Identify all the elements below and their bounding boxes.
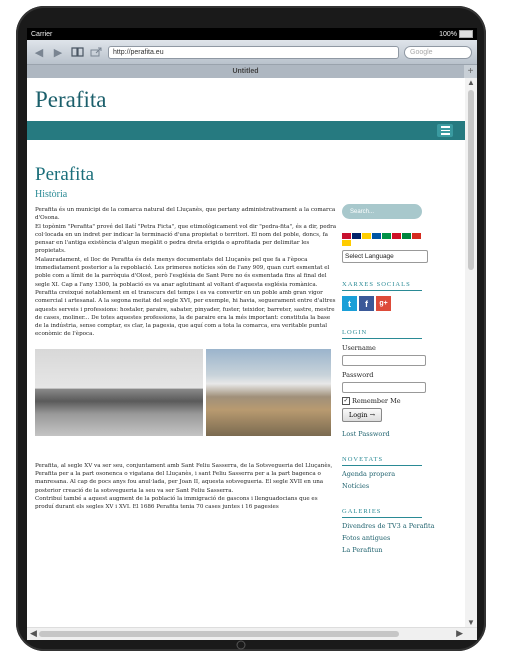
new-tab-button[interactable]: + — [464, 65, 477, 78]
article-subtitle: Història — [35, 189, 68, 200]
scroll-right-icon[interactable]: ▶ — [456, 628, 463, 639]
language-flag-icon[interactable] — [362, 233, 371, 239]
nav-bar — [27, 121, 465, 140]
article-paragraph: Malauradament, el lloc de Perafita és de… — [35, 256, 336, 338]
article-title: Perafita — [35, 164, 95, 185]
bookmarks-book-icon[interactable] — [70, 45, 84, 59]
status-bar: Carrier 100% — [27, 28, 477, 40]
scroll-up-icon[interactable]: ▲ — [465, 78, 477, 88]
article-paragraph: El topònim "Perafita" prové del llatí "P… — [35, 223, 337, 255]
remember-label: Remember Me — [352, 397, 401, 405]
language-flag-icon[interactable] — [372, 233, 381, 239]
galleries-heading: GALERIES — [342, 508, 422, 518]
h-scroll-thumb[interactable] — [39, 631, 399, 637]
web-page: Perafita Perafita Història Perafita és u… — [27, 78, 465, 628]
social-heading: XARXES SOCIALS — [342, 281, 422, 291]
battery-label: 100% — [439, 30, 457, 38]
language-flag-icon[interactable] — [382, 233, 391, 239]
photo-gallery — [35, 348, 337, 436]
news-link-agenda[interactable]: Agenda propera — [342, 470, 457, 478]
historic-photo[interactable] — [35, 348, 203, 436]
tab-untitled[interactable]: Untitled — [27, 68, 464, 75]
screen: Carrier 100% ◀ ▶ http://perafita.eu Goog… — [27, 28, 477, 640]
language-flag-icon[interactable] — [342, 240, 351, 246]
article: Perafita Història Perafita és un municip… — [35, 150, 337, 512]
vertical-scrollbar[interactable]: ▲ ▼ — [465, 78, 477, 628]
language-flag-icon[interactable] — [412, 233, 421, 239]
forward-arrow-icon[interactable]: ▶ — [51, 45, 65, 59]
back-arrow-icon[interactable]: ◀ — [32, 45, 46, 59]
news-link-noticies[interactable]: Notícies — [342, 482, 457, 490]
sidebar: Search... Select Language XARXES SOCIALS… — [342, 204, 457, 554]
news-heading: NOVETATS — [342, 456, 422, 466]
home-button-icon[interactable] — [232, 640, 250, 650]
language-flag-icon[interactable] — [342, 233, 351, 239]
google-plus-icon[interactable]: g+ — [376, 296, 391, 311]
browser-toolbar: ◀ ▶ http://perafita.eu Google — [27, 40, 477, 65]
language-flag-icon[interactable] — [402, 233, 411, 239]
language-flag-icon[interactable] — [352, 233, 361, 239]
share-icon[interactable] — [89, 45, 103, 59]
lost-password-link[interactable]: Lost Password — [342, 430, 457, 438]
scroll-left-icon[interactable]: ◀ — [30, 628, 37, 639]
horizontal-scrollbar[interactable]: ◀ ▶ — [27, 627, 477, 640]
site-title[interactable]: Perafita — [27, 78, 465, 121]
password-label: Password — [342, 371, 374, 379]
url-input[interactable]: http://perafita.eu — [108, 45, 399, 59]
scroll-thumb[interactable] — [468, 90, 474, 270]
article-paragraph: Perafita, al segle XV va ser seu, conjun… — [35, 462, 333, 494]
gallery-link-tv3[interactable]: Divendres de TV3 a Perafita — [342, 522, 457, 530]
article-paragraph: Contribuí també a aquest augment de la p… — [35, 495, 318, 511]
gallery-link-perafitun[interactable]: La Perafitun — [342, 546, 457, 554]
checkbox-icon[interactable]: ✓ — [342, 397, 350, 405]
facebook-icon[interactable]: f — [359, 296, 374, 311]
password-field[interactable] — [342, 382, 426, 393]
site-search-input[interactable]: Search... — [342, 204, 422, 219]
carrier-label: Carrier — [31, 30, 53, 38]
login-heading: LOGIN — [342, 329, 422, 339]
hamburger-icon[interactable] — [437, 124, 453, 137]
social-links: t f g+ — [342, 296, 457, 311]
gallery-link-fotos[interactable]: Fotos antigues — [342, 534, 457, 542]
search-input[interactable]: Google — [404, 45, 472, 59]
login-button[interactable]: Login → — [342, 408, 382, 422]
language-flags — [342, 233, 422, 246]
article-paragraph: Perafita és un municipi de la comarca na… — [35, 207, 336, 222]
remember-me[interactable]: ✓ Remember Me — [342, 397, 457, 405]
username-label: Username — [342, 344, 376, 352]
twitter-icon[interactable]: t — [342, 296, 357, 311]
language-flag-icon[interactable] — [392, 233, 401, 239]
village-photo[interactable] — [206, 348, 331, 436]
battery-icon — [459, 30, 473, 38]
username-field[interactable] — [342, 355, 426, 366]
tab-bar: Untitled + — [27, 65, 477, 79]
language-select[interactable]: Select Language — [342, 250, 428, 263]
